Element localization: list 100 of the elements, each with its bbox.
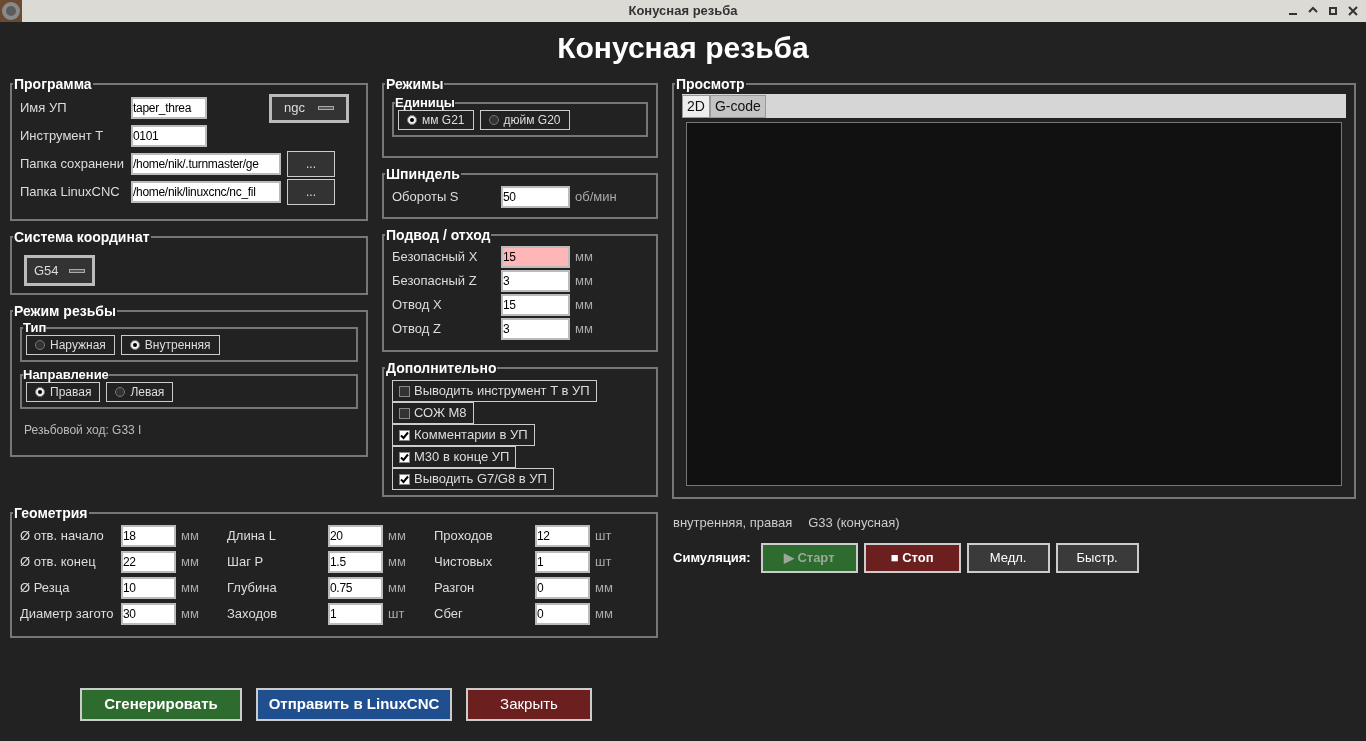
field-label: Безопасный Z [392,272,478,291]
unit-label: мм [595,579,613,598]
unit-label: мм [388,553,406,572]
browse-button[interactable]: ... [287,179,335,205]
field-label: Глубина [227,579,278,598]
input-field[interactable]: 1 [328,603,383,625]
radio-button[interactable]: Правая [26,382,101,402]
speed-button[interactable]: Медл. [966,542,1050,573]
radio-button[interactable]: Левая [106,382,174,402]
send-button[interactable]: Отправить в LinuxCNC [256,688,452,721]
radio-button[interactable]: мм G21 [398,110,474,130]
group-title: Подвод / отход [385,227,492,243]
group-title: Программа [13,76,93,92]
status-text: внутренняя, правая [673,514,793,532]
field-label: Чистовых [434,553,494,572]
group-title: Единицы [395,96,455,110]
radio-button[interactable]: Наружная [26,335,115,355]
input-field[interactable]: /home/nik/linuxcnc/nc_fil [131,181,281,203]
input-field[interactable]: 15 [501,246,570,268]
input-field[interactable]: 18 [121,525,176,547]
coordinate-menu[interactable]: G54 [24,255,95,286]
input-field[interactable]: 0 [535,603,590,625]
simulation-label: Симуляция: [673,548,751,567]
unit-label: мм [388,527,406,546]
input-field[interactable]: /home/nik/.turnmaster/ge [131,153,281,175]
input-field[interactable]: 50 [501,186,570,208]
input-field[interactable]: 10 [121,577,176,599]
field-label: Отвод X [392,296,443,315]
field-label: Длина L [227,527,277,546]
note-text: Резьбовой ход: G33 I [24,422,143,439]
field-label: Отвод Z [392,320,442,339]
unit-label: мм [181,579,199,598]
group-title: Направление [23,368,109,382]
unit-label: мм [575,296,593,315]
field-label: Имя УП [20,99,68,118]
checkbox[interactable]: Выводить G7/G8 в УП [392,468,554,490]
unit-label: мм [181,605,199,624]
group-title: Режимы [385,76,445,92]
input-field[interactable]: 15 [501,294,570,316]
stop-button[interactable]: ■ Стоп [863,542,961,573]
group-title: Геометрия [13,505,89,521]
field-label: Ø Резца [20,579,71,598]
input-field[interactable]: 22 [121,551,176,573]
field-label: Инструмент T [20,127,105,146]
field-label: Безопасный X [392,248,479,267]
input-field[interactable]: taper_threa [131,97,207,119]
group-title: Режим резьбы [13,303,117,319]
group-title: Просмотр [675,76,746,92]
field-label: Сбег [434,605,464,624]
window-title: Конусная резьба [628,2,738,21]
input-field[interactable]: 30 [121,603,176,625]
radio-button[interactable]: дюйм G20 [479,110,570,130]
field-label: Обороты S [392,188,460,207]
checkbox[interactable]: СОЖ M8 [392,402,474,424]
field-label: Папка сохранени [20,155,125,174]
unit-label: мм [575,272,593,291]
unit-label: шт [388,605,405,624]
input-field[interactable]: 3 [501,270,570,292]
group-title: Система координат [13,229,151,245]
unit-label: шт [595,527,612,546]
field-label: Заходов [227,605,279,624]
group-title: Тип [23,321,47,335]
unit-label: мм [575,248,593,267]
close-button[interactable]: Закрыть [466,688,592,721]
checkbox[interactable]: Выводить инструмент T в УП [392,380,597,402]
field-label: Ø отв. конец [20,553,97,572]
unit-label: мм [575,320,593,339]
input-field[interactable]: 0 [535,577,590,599]
field-label: Шаг P [227,553,265,572]
checkbox[interactable]: M30 в конце УП [392,446,517,468]
unit-label: шт [595,553,612,572]
input-field[interactable]: 20 [328,525,383,547]
radio-button[interactable]: Внутренняя [120,335,220,355]
field-label: Разгон [434,579,476,598]
tab[interactable]: 2D [682,95,710,118]
unit-label: мм [595,605,613,624]
format-menu[interactable]: ngc [269,93,349,123]
group-title: Шпиндель [385,166,461,182]
input-field[interactable]: 3 [501,318,570,340]
page-heading: Конусная резьба [557,29,809,66]
tab[interactable]: G-code [709,95,766,118]
input-field[interactable]: 12 [535,525,590,547]
unit-label: об/мин [575,188,617,207]
browse-button[interactable]: ... [287,151,335,177]
field-label: Папка LinuxCNC [20,183,121,202]
field-label: Проходов [434,527,494,546]
speed-button[interactable]: Быстр. [1055,542,1139,573]
group-title: Дополнительно [385,360,498,376]
field-label: Ø отв. начало [20,527,105,546]
unit-label: мм [181,527,199,546]
generate-button[interactable]: Сгенерировать [80,688,242,721]
input-field[interactable]: 1.5 [328,551,383,573]
unit-label: мм [181,553,199,572]
input-field[interactable]: 0101 [131,125,207,147]
status-text: G33 (конусная) [808,514,900,532]
checkbox[interactable]: Комментарии в УП [392,424,535,446]
field-label: Диаметр загото [20,605,115,624]
unit-label: мм [388,579,406,598]
input-field[interactable]: 0.75 [328,577,383,599]
input-field[interactable]: 1 [535,551,590,573]
